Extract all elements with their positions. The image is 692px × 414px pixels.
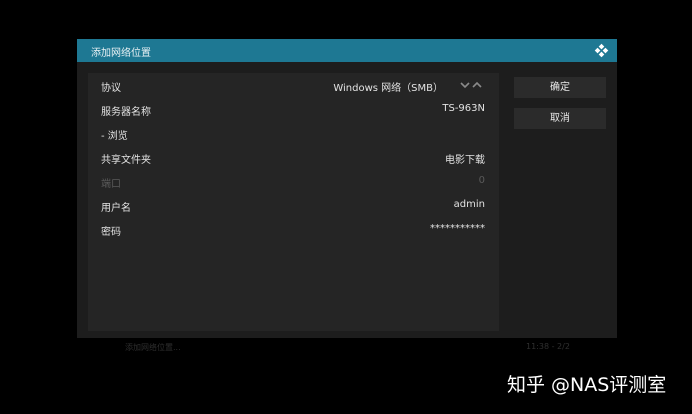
kodi-logo-icon	[594, 43, 609, 58]
setting-row-server-name[interactable]: 服务器名称 TS-963N	[88, 98, 499, 120]
footer-clock-text: 11:38 - 2/2	[526, 342, 570, 351]
setting-label: 密码	[101, 227, 121, 238]
dialog-title-bar: 添加网络位置	[77, 39, 617, 62]
setting-row-port: 端口 0	[88, 170, 499, 192]
cancel-button[interactable]: 取消	[514, 108, 606, 129]
setting-row-password[interactable]: 密码 ***********	[88, 218, 499, 240]
ok-button[interactable]: 确定	[514, 77, 606, 98]
settings-list: 协议 Windows 网络（SMB） 服务器名称 TS-963N - 浏览 共享…	[88, 73, 499, 331]
setting-value: admin	[453, 199, 485, 210]
setting-label: - 浏览	[101, 131, 128, 142]
setting-label: 服务器名称	[101, 107, 151, 118]
setting-row-shared-folder[interactable]: 共享文件夹 电影下载	[88, 146, 499, 168]
setting-row-browse[interactable]: - 浏览	[88, 122, 499, 144]
add-network-location-dialog: 添加网络位置 协议 Windows 网络（SMB） 服务器名称 TS-963N	[77, 39, 617, 338]
setting-row-username[interactable]: 用户名 admin	[88, 194, 499, 216]
setting-label: 端口	[101, 179, 121, 190]
setting-value: 电影下载	[445, 155, 485, 166]
setting-row-protocol[interactable]: 协议 Windows 网络（SMB）	[88, 74, 499, 96]
setting-label: 共享文件夹	[101, 155, 151, 166]
setting-value: ***********	[430, 223, 485, 234]
watermark-text: 知乎 @NAS评测室	[507, 374, 667, 396]
setting-value: TS-963N	[442, 103, 485, 114]
setting-label: 用户名	[101, 203, 131, 214]
footer-location-text: 添加网络位置...	[125, 343, 181, 352]
dialog-title: 添加网络位置	[91, 48, 151, 59]
setting-value: 0	[478, 175, 485, 186]
screen: 添加网络位置 协议 Windows 网络（SMB） 服务器名称 TS-963N	[0, 0, 692, 414]
setting-label: 协议	[101, 83, 121, 94]
setting-value: Windows 网络（SMB）	[333, 83, 443, 94]
up-down-chevron-icon[interactable]	[459, 79, 485, 91]
